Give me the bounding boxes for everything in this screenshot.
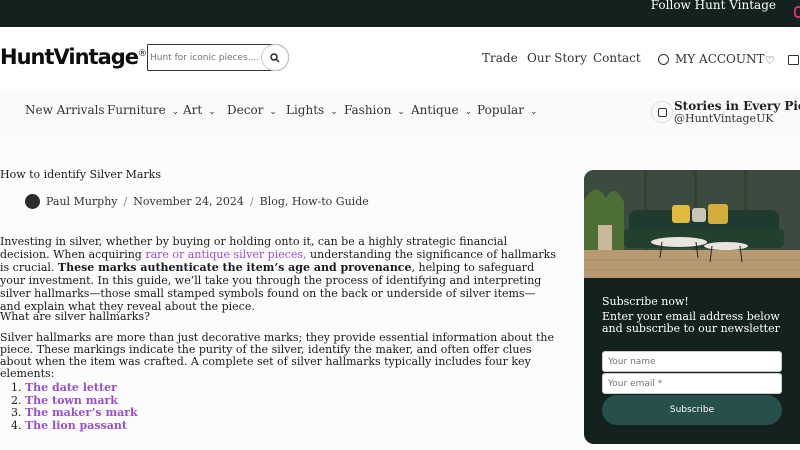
author-link[interactable]: Paul Murphy xyxy=(46,195,118,208)
site-header: HuntVintage® Trade Our Story Contact MY … xyxy=(0,27,800,89)
newsletter-text: Enter your email address below and subsc… xyxy=(602,310,780,335)
menu-new-arrivals[interactable]: New Arrivals xyxy=(25,103,105,117)
menu-decor[interactable]: Decor ⌄ xyxy=(227,103,277,117)
menu-furniture[interactable]: Furniture ⌄ xyxy=(107,103,179,117)
menu-fashion[interactable]: Fashion ⌄ xyxy=(344,103,405,117)
chevron-down-icon: ⌄ xyxy=(464,107,473,117)
menu-popular[interactable]: Popular ⌄ xyxy=(477,103,538,117)
chevron-down-icon: ⌄ xyxy=(529,107,538,117)
list-item: The lion passant xyxy=(25,419,138,433)
search-icon xyxy=(270,52,280,62)
name-field[interactable] xyxy=(602,351,782,372)
instagram-icon[interactable] xyxy=(794,6,800,18)
email-field[interactable] xyxy=(602,373,782,394)
article-meta: Paul Murphy / November 24, 2024 / Blog, … xyxy=(25,194,369,209)
chevron-down-icon: ⌄ xyxy=(330,107,338,117)
makers-mark-link[interactable]: The maker’s mark xyxy=(25,406,138,419)
top-bar: Follow Hunt Vintage xyxy=(0,0,800,27)
lion-passant-link[interactable]: The lion passant xyxy=(25,419,127,432)
nav-trade[interactable]: Trade xyxy=(482,51,518,65)
intro-paragraph: Investing in silver, whether by buying o… xyxy=(0,235,556,313)
instagram-icon xyxy=(651,101,673,123)
heart-icon[interactable]: ♡ xyxy=(765,54,775,67)
section-paragraph: Silver hallmarks are more than just deco… xyxy=(0,331,554,380)
living-room-image xyxy=(584,170,800,278)
chevron-down-icon: ⌄ xyxy=(171,107,180,117)
search-box xyxy=(147,44,289,71)
chevron-down-icon: ⌄ xyxy=(397,107,405,117)
town-mark-link[interactable]: The town mark xyxy=(25,394,118,407)
stories-handle: @HuntVintageUK xyxy=(674,112,774,125)
search-button[interactable] xyxy=(261,44,289,71)
subscribe-button[interactable]: Subscribe xyxy=(602,395,782,425)
post-date: November 24, 2024 xyxy=(133,195,244,208)
hallmark-list: The date letter The town mark The maker’… xyxy=(0,381,138,433)
menu-antique[interactable]: Antique ⌄ xyxy=(411,103,472,117)
chevron-down-icon: ⌄ xyxy=(208,107,216,117)
avatar xyxy=(25,194,40,209)
nav-contact[interactable]: Contact xyxy=(593,51,641,65)
article-title: How to identify Silver Marks xyxy=(0,168,161,181)
antique-silver-link[interactable]: rare or antique silver pieces, xyxy=(145,248,306,261)
my-account-link[interactable]: MY ACCOUNT xyxy=(658,52,765,66)
date-letter-link[interactable]: The date letter xyxy=(25,381,117,394)
stories-title: Stories in Every Piece. xyxy=(674,99,800,113)
main-menu: New Arrivals Furniture ⌄ Art ⌄ Decor ⌄ Ligh… xyxy=(0,89,800,137)
user-icon xyxy=(658,53,669,65)
menu-art[interactable]: Art ⌄ xyxy=(183,103,216,117)
chevron-down-icon: ⌄ xyxy=(269,107,277,117)
category-links[interactable]: Blog, How-to Guide xyxy=(260,195,369,208)
follow-link[interactable]: Follow Hunt Vintage xyxy=(651,0,776,12)
nav-our-story[interactable]: Our Story xyxy=(527,51,587,65)
search-input[interactable] xyxy=(150,49,258,66)
menu-lights[interactable]: Lights ⌄ xyxy=(286,103,338,117)
newsletter-widget: Subscribe now! Enter your email address … xyxy=(584,170,800,444)
bag-icon[interactable] xyxy=(788,55,799,65)
section-heading: What are silver hallmarks? xyxy=(0,310,150,323)
site-logo[interactable]: HuntVintage® xyxy=(0,45,147,69)
newsletter-title: Subscribe now! xyxy=(602,295,689,308)
